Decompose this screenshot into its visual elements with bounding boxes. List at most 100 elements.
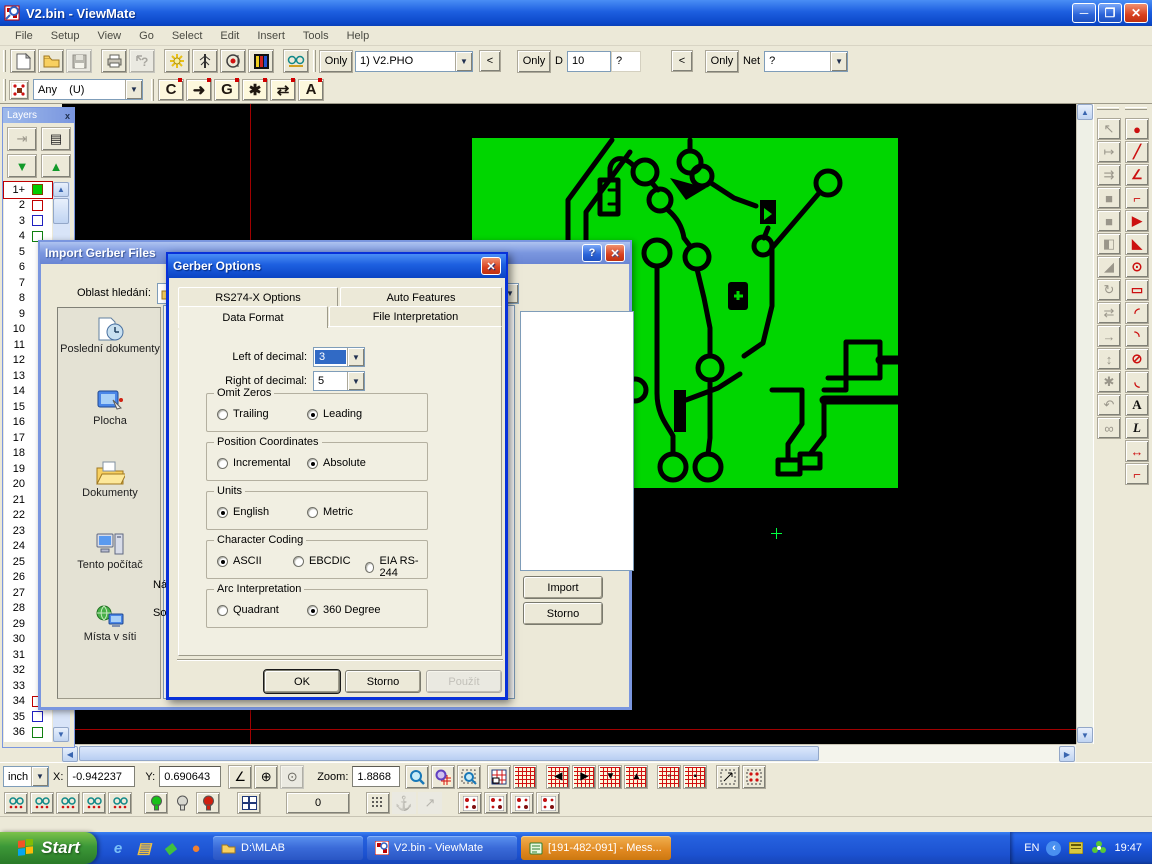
- restore-button[interactable]: ❐: [1098, 3, 1122, 23]
- radio-english[interactable]: English: [217, 506, 269, 518]
- place-computer[interactable]: Tento počítač: [58, 532, 162, 571]
- toolbar-grip[interactable]: [151, 79, 154, 101]
- dock-grip[interactable]: [1097, 107, 1119, 110]
- tray-icq-flower-icon[interactable]: [1091, 840, 1107, 856]
- draw-triangle-tool[interactable]: ◣: [1125, 233, 1149, 255]
- grid-red-button[interactable]: [513, 765, 537, 789]
- net-combo[interactable]: ? ▼: [764, 51, 848, 72]
- draw-corner-tool[interactable]: ⌐: [1125, 187, 1149, 209]
- select-component-button[interactable]: C: [158, 79, 184, 101]
- layer-row-3[interactable]: 3: [4, 213, 52, 229]
- save-file-icon[interactable]: [66, 49, 92, 73]
- highlight-off-lamp-button[interactable]: [170, 792, 194, 814]
- prev-dcode-button[interactable]: <: [671, 50, 693, 72]
- tab-auto-features[interactable]: Auto Features: [340, 287, 502, 307]
- pad-pattern-b-button[interactable]: [484, 792, 508, 814]
- select-gerber-button[interactable]: G: [214, 79, 240, 101]
- draw-elbow-tool[interactable]: ⌐: [1125, 463, 1149, 485]
- select-text-button[interactable]: A: [298, 79, 324, 101]
- layer-colors-icon[interactable]: [248, 49, 274, 73]
- radio-ebcdic[interactable]: EBCDIC: [293, 555, 351, 567]
- draw-pad-tool[interactable]: ●: [1125, 118, 1149, 140]
- select-star-button[interactable]: ✱: [242, 79, 268, 101]
- any-filter-combo[interactable]: Any (U) ▼: [33, 79, 143, 100]
- dcode-query-field[interactable]: ?: [611, 51, 641, 72]
- right-of-decimal-combo[interactable]: 5 ▼: [313, 371, 365, 391]
- draw-arrow-tool[interactable]: ▶: [1125, 210, 1149, 232]
- radio-ascii[interactable]: ASCII: [217, 555, 262, 567]
- tray-app-icon[interactable]: [1068, 840, 1084, 856]
- minimize-button[interactable]: ─: [1072, 3, 1096, 23]
- open-file-icon[interactable]: [38, 49, 64, 73]
- stretch-diagonal-button[interactable]: [716, 765, 740, 789]
- filled-square-tool-2[interactable]: ■: [1097, 210, 1121, 232]
- pad-pattern-c-button[interactable]: [510, 792, 534, 814]
- highlight-red-lamp-button[interactable]: [196, 792, 220, 814]
- move-layer-up-button[interactable]: ▲: [41, 154, 71, 178]
- pad-pattern-d-button[interactable]: [536, 792, 560, 814]
- move-item-tool[interactable]: ↦: [1097, 141, 1121, 163]
- settings-gear-tool[interactable]: ✱: [1097, 371, 1121, 393]
- explorer-quicklaunch-icon[interactable]: ▤: [133, 837, 155, 859]
- radio-trailing[interactable]: Trailing: [217, 408, 269, 420]
- radio-icon[interactable]: [293, 556, 304, 567]
- radio-incremental[interactable]: Incremental: [217, 457, 290, 469]
- radio-icon[interactable]: [217, 556, 228, 567]
- layer-row-36[interactable]: 36: [4, 725, 52, 741]
- radio-leading[interactable]: Leading: [307, 408, 362, 420]
- layers-panel-titlebar[interactable]: Layers x: [3, 108, 74, 123]
- view-pads-glasses-button[interactable]: [56, 792, 80, 814]
- storno-button[interactable]: Storno: [523, 602, 603, 625]
- grid-window-button[interactable]: [487, 765, 511, 789]
- chevron-down-icon[interactable]: ▼: [347, 348, 364, 366]
- close-icon[interactable]: ✕: [605, 244, 625, 262]
- radio-eia-rs-244[interactable]: EIA RS-244: [365, 555, 427, 579]
- selection-box-button[interactable]: [742, 765, 766, 789]
- draw-ellipse-arc-tool[interactable]: ⊘: [1125, 348, 1149, 370]
- chevron-down-icon[interactable]: ▼: [125, 80, 142, 99]
- chevron-down-icon[interactable]: ▼: [31, 767, 48, 786]
- pad-pattern-a-button[interactable]: [458, 792, 482, 814]
- radio-icon[interactable]: [307, 458, 318, 469]
- pan-up-button[interactable]: ▲: [624, 765, 648, 789]
- scroll-down-icon[interactable]: ▼: [53, 727, 69, 742]
- scroll-up-icon[interactable]: ▲: [1077, 104, 1093, 120]
- help-quicklaunch-icon[interactable]: ◆: [159, 837, 181, 859]
- layer-row-35[interactable]: 35: [4, 709, 52, 725]
- view-traces-glasses-button[interactable]: [82, 792, 106, 814]
- toolbar-grip[interactable]: [3, 79, 6, 101]
- unit-combo[interactable]: inch ▼: [3, 766, 49, 787]
- draw-letter-tool[interactable]: L: [1125, 417, 1149, 439]
- taskbar-task-viewmate[interactable]: V2.bin - ViewMate: [367, 836, 517, 860]
- layer-row-1+[interactable]: 1+: [4, 182, 52, 198]
- print-icon[interactable]: [101, 49, 127, 73]
- snap-circle-icon[interactable]: [220, 49, 246, 73]
- radio-quadrant[interactable]: Quadrant: [217, 604, 279, 616]
- vertical-scrollbar[interactable]: ▲ ▼: [1076, 104, 1093, 744]
- pan-down-button[interactable]: ▼: [598, 765, 622, 789]
- taskbar-task-message[interactable]: [191-482-091] - Mess...: [521, 836, 671, 860]
- mirror-horizontal-tool[interactable]: ◧: [1097, 233, 1121, 255]
- draw-polyline-tool[interactable]: ∠: [1125, 164, 1149, 186]
- horizontal-scrollbar[interactable]: ◀ ▶: [62, 744, 1076, 762]
- radio-icon[interactable]: [307, 605, 318, 616]
- redraw-starburst-icon[interactable]: [164, 49, 190, 73]
- ok-button[interactable]: OK: [264, 670, 340, 693]
- close-icon[interactable]: x: [65, 111, 70, 121]
- anchor-button[interactable]: ⚓: [392, 792, 416, 814]
- layer-color-swatch[interactable]: [32, 215, 43, 226]
- chevron-down-icon[interactable]: ▼: [347, 372, 364, 390]
- prev-layer-button[interactable]: <: [479, 50, 501, 72]
- scroll-down-icon[interactable]: ▼: [1077, 727, 1093, 743]
- menu-edit[interactable]: Edit: [211, 28, 248, 44]
- select-cursor-tool[interactable]: ↖: [1097, 118, 1121, 140]
- filled-square-tool-1[interactable]: ■: [1097, 187, 1121, 209]
- layer-color-swatch[interactable]: [32, 184, 43, 195]
- layer-color-swatch[interactable]: [32, 200, 43, 211]
- taskbar-task-folder[interactable]: D:\MLAB: [213, 836, 363, 860]
- pan-right-button[interactable]: ▶: [572, 765, 596, 789]
- measure-mast-icon[interactable]: [192, 49, 218, 73]
- inspect-glasses-icon[interactable]: [283, 49, 309, 73]
- draw-text-tool[interactable]: A: [1125, 394, 1149, 416]
- new-file-icon[interactable]: [10, 49, 36, 73]
